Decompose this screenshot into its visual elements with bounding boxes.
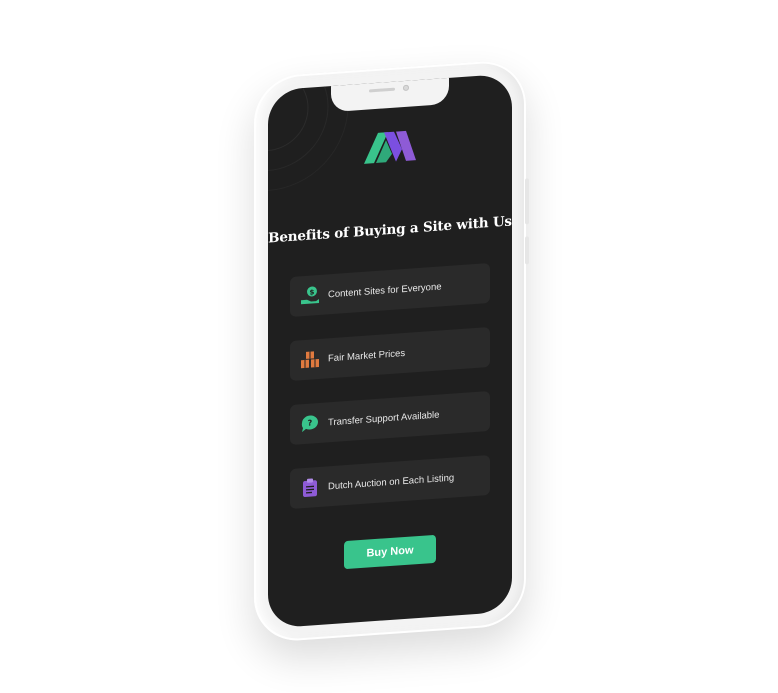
benefit-label: Transfer Support Available bbox=[328, 409, 440, 428]
brand-logo-icon bbox=[364, 130, 416, 164]
side-button bbox=[525, 178, 529, 225]
svg-text:$: $ bbox=[310, 288, 315, 296]
benefits-list: $ Content Sites for Everyone Fair Market… bbox=[290, 263, 490, 533]
side-button bbox=[525, 236, 529, 265]
front-camera bbox=[403, 84, 409, 92]
clipboard-list-icon bbox=[300, 477, 320, 498]
svg-text:?: ? bbox=[308, 418, 313, 427]
phone-notch bbox=[331, 75, 449, 113]
benefit-label: Content Sites for Everyone bbox=[328, 280, 442, 300]
buy-now-button[interactable]: Buy Now bbox=[344, 534, 436, 570]
stage: Benefits of Buying a Site with Us $ Cont… bbox=[0, 0, 778, 693]
question-chat-icon: ? bbox=[300, 413, 320, 434]
boxes-icon bbox=[300, 349, 320, 370]
phone-screen: Benefits of Buying a Site with Us $ Cont… bbox=[268, 73, 512, 629]
benefit-card: ? Transfer Support Available bbox=[290, 391, 490, 445]
speaker-grille bbox=[369, 87, 395, 93]
phone-mockup: Benefits of Buying a Site with Us $ Cont… bbox=[254, 58, 529, 644]
benefit-card: Dutch Auction on Each Listing bbox=[290, 455, 490, 509]
benefit-label: Dutch Auction on Each Listing bbox=[328, 472, 455, 492]
benefit-label: Fair Market Prices bbox=[328, 347, 406, 364]
benefit-card: Fair Market Prices bbox=[290, 327, 490, 381]
benefit-card: $ Content Sites for Everyone bbox=[290, 263, 490, 317]
money-hand-icon: $ bbox=[300, 285, 320, 306]
